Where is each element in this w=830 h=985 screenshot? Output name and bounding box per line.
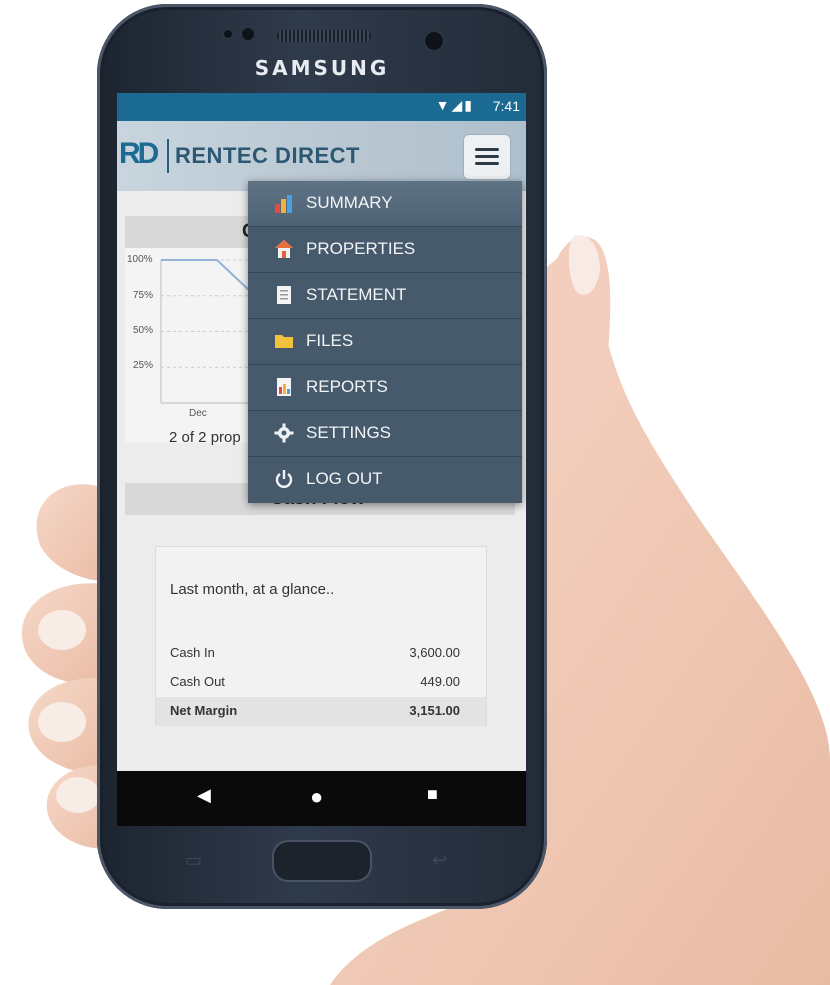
- y-tick-label: 100%: [127, 254, 153, 265]
- hamburger-line: [475, 155, 499, 158]
- cash-flow-row: Cash Out 449.00: [156, 668, 486, 697]
- recents-icon[interactable]: ■: [427, 784, 438, 805]
- hamburger-menu-button[interactable]: [463, 134, 511, 180]
- front-sensor-icon-2: [240, 26, 256, 42]
- cash-flow-subtitle: Last month, at a glance..: [170, 581, 335, 598]
- house-icon: [275, 240, 293, 258]
- document-icon: [277, 286, 291, 304]
- hardware-home-button[interactable]: [272, 840, 372, 882]
- dropdown-menu: SUMMARY PROPERTIES STATEMENT FILES REPOR…: [248, 181, 522, 503]
- y-tick-label: 50%: [133, 325, 154, 336]
- row-label: Cash Out: [170, 674, 225, 689]
- menu-item-properties[interactable]: PROPERTIES: [248, 227, 522, 273]
- bar-chart-icon: [275, 195, 292, 213]
- status-time: 7:41: [492, 98, 520, 114]
- status-icons: ▼◢▮: [436, 97, 474, 114]
- row-value: 3,151.00: [409, 703, 460, 718]
- menu-item-label: STATEMENT: [306, 285, 407, 304]
- fingernail-4: [56, 777, 100, 813]
- logo-mark: RD: [119, 137, 159, 170]
- y-tick-label: 75%: [133, 290, 154, 301]
- row-label: Net Margin: [170, 703, 238, 718]
- hardware-back-icon[interactable]: ↩: [432, 850, 447, 871]
- earpiece-speaker: [277, 30, 371, 42]
- menu-item-summary[interactable]: SUMMARY: [248, 181, 522, 227]
- row-value: 449.00: [420, 674, 460, 689]
- gear-icon: [274, 423, 294, 443]
- front-camera-icon: [423, 30, 445, 52]
- menu-item-label: PROPERTIES: [306, 239, 416, 258]
- wifi-icon: ▼: [435, 97, 452, 113]
- device-brand: SAMSUNG: [254, 56, 390, 80]
- fingernail-2: [38, 610, 86, 650]
- menu-item-logout[interactable]: LOG OUT: [248, 457, 522, 502]
- logo-text: RENTEC DIRECT: [175, 143, 360, 168]
- row-value: 3,600.00: [409, 645, 460, 660]
- android-nav-bar: ◀ ● ■: [117, 771, 526, 826]
- front-sensor-icon: [222, 28, 234, 40]
- cash-flow-row: Cash In 3,600.00: [156, 639, 486, 668]
- menu-item-files[interactable]: FILES: [248, 319, 522, 365]
- power-icon: [275, 470, 293, 488]
- occupancy-caption: 2 of 2 prop: [169, 429, 241, 446]
- report-icon: [277, 378, 291, 396]
- back-icon[interactable]: ◀: [197, 785, 211, 806]
- x-tick-label: Dec: [189, 408, 207, 419]
- menu-item-settings[interactable]: SETTINGS: [248, 411, 522, 457]
- cash-flow-card: Last month, at a glance.. Cash In 3,600.…: [155, 546, 487, 726]
- menu-item-reports[interactable]: REPORTS: [248, 365, 522, 411]
- menu-item-label: SETTINGS: [306, 423, 392, 442]
- phone-screen: ▼◢▮ 7:41 RD RENTEC DIRECT C 100% 75% 50%: [117, 93, 526, 826]
- occupancy-series-line: [161, 259, 256, 297]
- status-bar: ▼◢▮ 7:41: [117, 93, 526, 121]
- signal-icon: ◢: [451, 97, 465, 113]
- menu-item-label: SUMMARY: [306, 193, 393, 212]
- menu-item-statement[interactable]: STATEMENT: [248, 273, 522, 319]
- hardware-recents-icon[interactable]: ▭: [185, 850, 202, 871]
- battery-icon: ▮: [464, 97, 474, 113]
- folder-icon: [275, 335, 293, 348]
- cash-flow-row-total: Net Margin 3,151.00: [156, 697, 486, 726]
- hamburger-line: [475, 148, 499, 151]
- fingernail-3: [38, 702, 86, 742]
- y-tick-label: 25%: [133, 360, 154, 371]
- home-icon[interactable]: ●: [310, 784, 323, 810]
- hamburger-line: [475, 162, 499, 165]
- row-label: Cash In: [170, 645, 215, 660]
- menu-item-label: REPORTS: [306, 377, 388, 396]
- menu-item-label: FILES: [306, 331, 354, 350]
- menu-item-label: LOG OUT: [306, 469, 383, 488]
- logo-divider: [167, 139, 169, 173]
